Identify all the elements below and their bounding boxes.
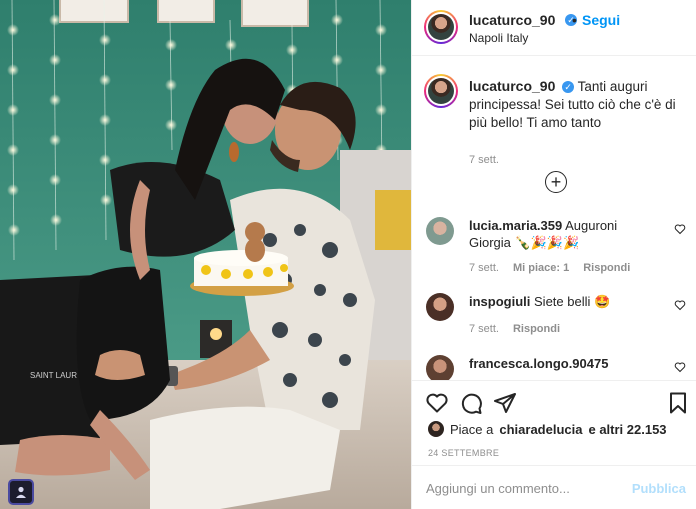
comment-bubble-icon[interactable] <box>459 391 483 415</box>
author-avatar[interactable] <box>424 10 458 44</box>
comment-username[interactable]: francesca.longo.90475 <box>469 356 608 371</box>
comments-list[interactable]: lucaturco_90 ✓ Tanti auguri principessa!… <box>412 57 696 380</box>
comment-item: francesca.longo.90475 <box>424 355 694 380</box>
post-date[interactable]: 24 SETTEMBRE <box>428 448 499 458</box>
comment-text-block: francesca.longo.90475 <box>469 355 659 372</box>
caption-username[interactable]: lucaturco_90 <box>469 78 555 94</box>
comment-username[interactable]: inspogiuli <box>469 294 530 309</box>
verified-badge-icon: ✓ <box>562 81 575 93</box>
author-username[interactable]: lucaturco_90 <box>469 12 555 28</box>
svg-text:SAINT LAUR: SAINT LAUR <box>30 371 77 380</box>
comment-text-block: lucia.maria.359 Auguroni Giorgia 🍾🎉🎉🎉 <box>469 217 659 251</box>
load-more-comments-button[interactable]: + <box>545 171 567 193</box>
heart-icon[interactable] <box>674 223 686 235</box>
post-details-panel: lucaturco_90 ✓ • Segui Napoli Italy luca… <box>411 0 696 509</box>
likes-user[interactable]: chiaradelucia <box>499 422 582 437</box>
reply-button[interactable]: Rispondi <box>513 323 560 335</box>
comment-time[interactable]: 7 sett. <box>469 262 499 274</box>
likes-prefix: Piace a <box>450 421 494 437</box>
bookmark-icon[interactable] <box>666 391 690 415</box>
comment-avatar[interactable] <box>426 217 454 245</box>
add-comment-bar: Pubblica <box>412 465 696 509</box>
comment-meta: 7 sett. Rispondi <box>469 323 560 335</box>
publish-button[interactable]: Pubblica <box>632 481 686 496</box>
post-actions: Piace a chiaradelucia e altri 22.153 24 … <box>412 380 696 509</box>
comment-item: inspogiuli Siete belli 🤩 7 sett. Rispond… <box>424 293 694 343</box>
post-photo[interactable]: SAINT LAUR <box>0 0 411 509</box>
comment-likes[interactable]: Mi piace: 1 <box>513 262 569 274</box>
follow-button[interactable]: Segui <box>582 12 620 28</box>
reply-button[interactable]: Rispondi <box>583 262 630 274</box>
person-icon <box>16 486 26 498</box>
comment-avatar[interactable] <box>426 355 454 380</box>
caption-avatar[interactable] <box>424 74 458 108</box>
post-location[interactable]: Napoli Italy <box>469 31 528 45</box>
comment-text-block: inspogiuli Siete belli 🤩 <box>469 293 659 310</box>
heart-icon[interactable] <box>674 361 686 373</box>
caption-time[interactable]: 7 sett. <box>469 154 499 166</box>
post-image: SAINT LAUR <box>0 0 411 509</box>
post-header: lucaturco_90 ✓ • Segui Napoli Italy <box>412 0 696 56</box>
like-heart-icon[interactable] <box>425 391 449 415</box>
separator: • <box>572 12 577 28</box>
caption-text-block: lucaturco_90 ✓ Tanti auguri principessa!… <box>469 77 684 132</box>
likes-others[interactable]: e altri 22.153 <box>588 422 666 437</box>
comment-username[interactable]: lucia.maria.359 <box>469 218 562 233</box>
user-profile-icon[interactable] <box>8 479 34 505</box>
share-plane-icon[interactable] <box>493 391 517 415</box>
comment-item: lucia.maria.359 Auguroni Giorgia 🍾🎉🎉🎉 7 … <box>424 217 694 277</box>
heart-icon[interactable] <box>674 299 686 311</box>
likes-summary[interactable]: Piace a chiaradelucia e altri 22.153 <box>428 421 667 437</box>
comment-text: Siete belli 🤩 <box>534 294 611 309</box>
comment-meta: 7 sett. Mi piace: 1 Rispondi <box>469 262 630 274</box>
comment-input[interactable] <box>426 478 626 498</box>
liker-avatar <box>428 421 444 437</box>
plus-icon: + <box>550 172 562 192</box>
comment-time[interactable]: 7 sett. <box>469 323 499 335</box>
comment-avatar[interactable] <box>426 293 454 321</box>
